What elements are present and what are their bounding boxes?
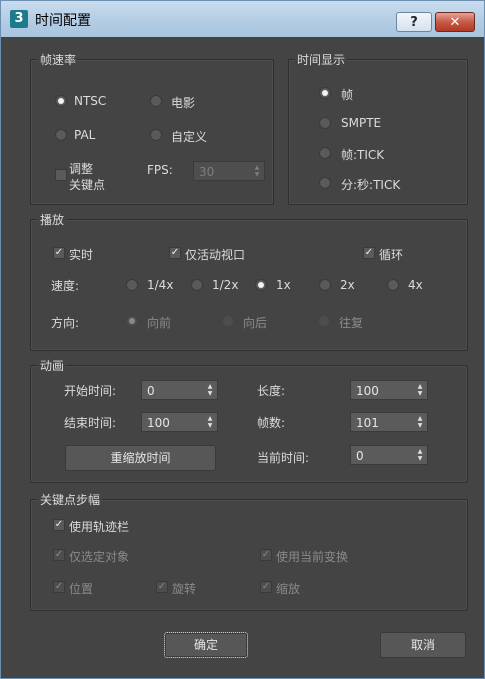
label-position[interactable]: 位置 — [69, 580, 93, 597]
checkbox-rotation[interactable]: ✓ — [156, 581, 168, 593]
checkbox-use-trackbar[interactable]: ✓ — [53, 519, 65, 531]
playback-group — [30, 219, 468, 351]
close-button[interactable]: ✕ — [435, 12, 475, 32]
spinner-arrows-icon: ▲ ▼ — [417, 415, 423, 429]
label-selected-only[interactable]: 仅选定对象 — [69, 548, 129, 565]
fps-value: 30 — [199, 165, 215, 179]
label-rotation[interactable]: 旋转 — [172, 580, 196, 597]
radio-speed-quarter[interactable] — [126, 279, 138, 291]
label-speed-quarter[interactable]: 1/4x — [147, 278, 173, 292]
label-scale[interactable]: 缩放 — [276, 580, 300, 597]
rescale-time-button[interactable]: 重缩放时间 — [65, 445, 216, 471]
label-speed-half[interactable]: 1/2x — [212, 278, 238, 292]
checkbox-use-transform[interactable]: ✓ — [260, 549, 272, 561]
label-frame-tick[interactable]: 帧:TICK — [341, 146, 384, 163]
label-length: 长度: — [257, 384, 286, 398]
checkbox-adjust-keys[interactable] — [55, 169, 67, 181]
radio-speed-2x[interactable] — [319, 279, 331, 291]
spinner-arrows-icon: ▲ ▼ — [417, 383, 423, 397]
label-reverse[interactable]: 向后 — [243, 314, 267, 331]
radio-forward[interactable] — [126, 315, 138, 327]
label-fps: FPS: — [147, 163, 173, 177]
radio-ping-pong[interactable] — [318, 315, 330, 327]
label-realtime[interactable]: 实时 — [69, 246, 93, 263]
spinner-arrows-icon: ▲ ▼ — [207, 383, 213, 397]
label-start-time: 开始时间: — [64, 384, 117, 398]
length-spinner[interactable]: 100 ▲ ▼ — [350, 380, 428, 400]
label-direction: 方向: — [51, 316, 80, 330]
label-adjust-keys-1[interactable]: 调整 — [69, 160, 93, 177]
radio-custom[interactable] — [150, 129, 162, 141]
radio-film[interactable] — [150, 95, 162, 107]
radio-mm-ss-tick[interactable] — [319, 177, 331, 189]
spinner-arrows-icon: ▲ ▼ — [207, 415, 213, 429]
label-mm-ss-tick[interactable]: 分:秒:TICK — [341, 176, 400, 193]
spinner-arrows-icon: ▲ ▼ — [417, 448, 423, 462]
end-time-spinner[interactable]: 100 ▲ ▼ — [141, 412, 218, 432]
current-time-spinner[interactable]: 0 ▲ ▼ — [350, 445, 428, 465]
label-use-transform[interactable]: 使用当前变换 — [276, 548, 348, 565]
checkbox-realtime[interactable]: ✓ — [53, 247, 65, 259]
label-active-viewport[interactable]: 仅活动视口 — [185, 246, 245, 263]
time-configuration-dialog: 3 时间配置 ? ✕ 帧速率 NTSC 电影 PAL 自定义 调整 关键点 FP… — [0, 0, 485, 679]
frame-count-spinner[interactable]: 101 ▲ ▼ — [350, 412, 428, 432]
label-film[interactable]: 电影 — [171, 94, 195, 111]
radio-frames[interactable] — [319, 87, 331, 99]
radio-pal[interactable] — [55, 129, 67, 141]
key-steps-title: 关键点步幅 — [38, 491, 103, 508]
label-use-trackbar[interactable]: 使用轨迹栏 — [69, 518, 129, 535]
ok-button[interactable]: 确定 — [164, 632, 248, 658]
radio-ntsc[interactable] — [55, 95, 67, 107]
label-speed-2x[interactable]: 2x — [340, 278, 355, 292]
radio-frame-tick[interactable] — [319, 147, 331, 159]
label-ntsc[interactable]: NTSC — [74, 94, 106, 108]
start-time-spinner[interactable]: 0 ▲ ▼ — [141, 380, 218, 400]
current-time-value: 0 — [356, 449, 364, 463]
label-frame-count: 帧数: — [257, 416, 286, 430]
label-speed-4x[interactable]: 4x — [408, 278, 423, 292]
checkbox-loop[interactable]: ✓ — [363, 247, 375, 259]
spinner-arrows-icon: ▲ ▼ — [254, 164, 260, 178]
app-logo-icon: 3 — [10, 10, 28, 28]
cancel-button[interactable]: 取消 — [380, 632, 466, 658]
label-forward[interactable]: 向前 — [147, 314, 171, 331]
label-speed-1x[interactable]: 1x — [276, 278, 291, 292]
label-adjust-keys-2[interactable]: 关键点 — [69, 176, 105, 193]
radio-speed-4x[interactable] — [387, 279, 399, 291]
label-pal[interactable]: PAL — [74, 128, 95, 142]
label-frames[interactable]: 帧 — [341, 86, 353, 103]
end-time-value: 100 — [147, 416, 170, 430]
title-bar[interactable]: 3 时间配置 ? ✕ — [1, 1, 484, 37]
label-smpte[interactable]: SMPTE — [341, 116, 381, 130]
animation-title: 动画 — [38, 357, 67, 374]
label-loop[interactable]: 循环 — [379, 246, 403, 263]
checkbox-selected-only[interactable]: ✓ — [53, 549, 65, 561]
label-custom[interactable]: 自定义 — [171, 128, 207, 145]
checkbox-active-viewport[interactable]: ✓ — [169, 247, 181, 259]
playback-title: 播放 — [38, 211, 67, 228]
help-button[interactable]: ? — [396, 12, 432, 32]
checkbox-scale[interactable]: ✓ — [260, 581, 272, 593]
frame-rate-title: 帧速率 — [38, 51, 79, 68]
fps-spinner[interactable]: 30 ▲ ▼ — [193, 161, 265, 181]
length-value: 100 — [356, 384, 379, 398]
dialog-content: 帧速率 NTSC 电影 PAL 自定义 调整 关键点 FPS: 30 ▲ ▼ 时间… — [9, 38, 476, 671]
radio-speed-half[interactable] — [191, 279, 203, 291]
time-display-title: 时间显示 — [295, 51, 348, 68]
frame-count-value: 101 — [356, 416, 379, 430]
radio-speed-1x[interactable] — [255, 279, 267, 291]
radio-smpte[interactable] — [319, 117, 331, 129]
label-ping-pong[interactable]: 往复 — [339, 314, 363, 331]
label-speed: 速度: — [51, 279, 80, 293]
radio-reverse[interactable] — [222, 315, 234, 327]
label-end-time: 结束时间: — [64, 416, 117, 430]
label-current-time: 当前时间: — [257, 451, 310, 465]
checkbox-position[interactable]: ✓ — [53, 581, 65, 593]
start-time-value: 0 — [147, 384, 155, 398]
window-title: 时间配置 — [35, 13, 91, 29]
